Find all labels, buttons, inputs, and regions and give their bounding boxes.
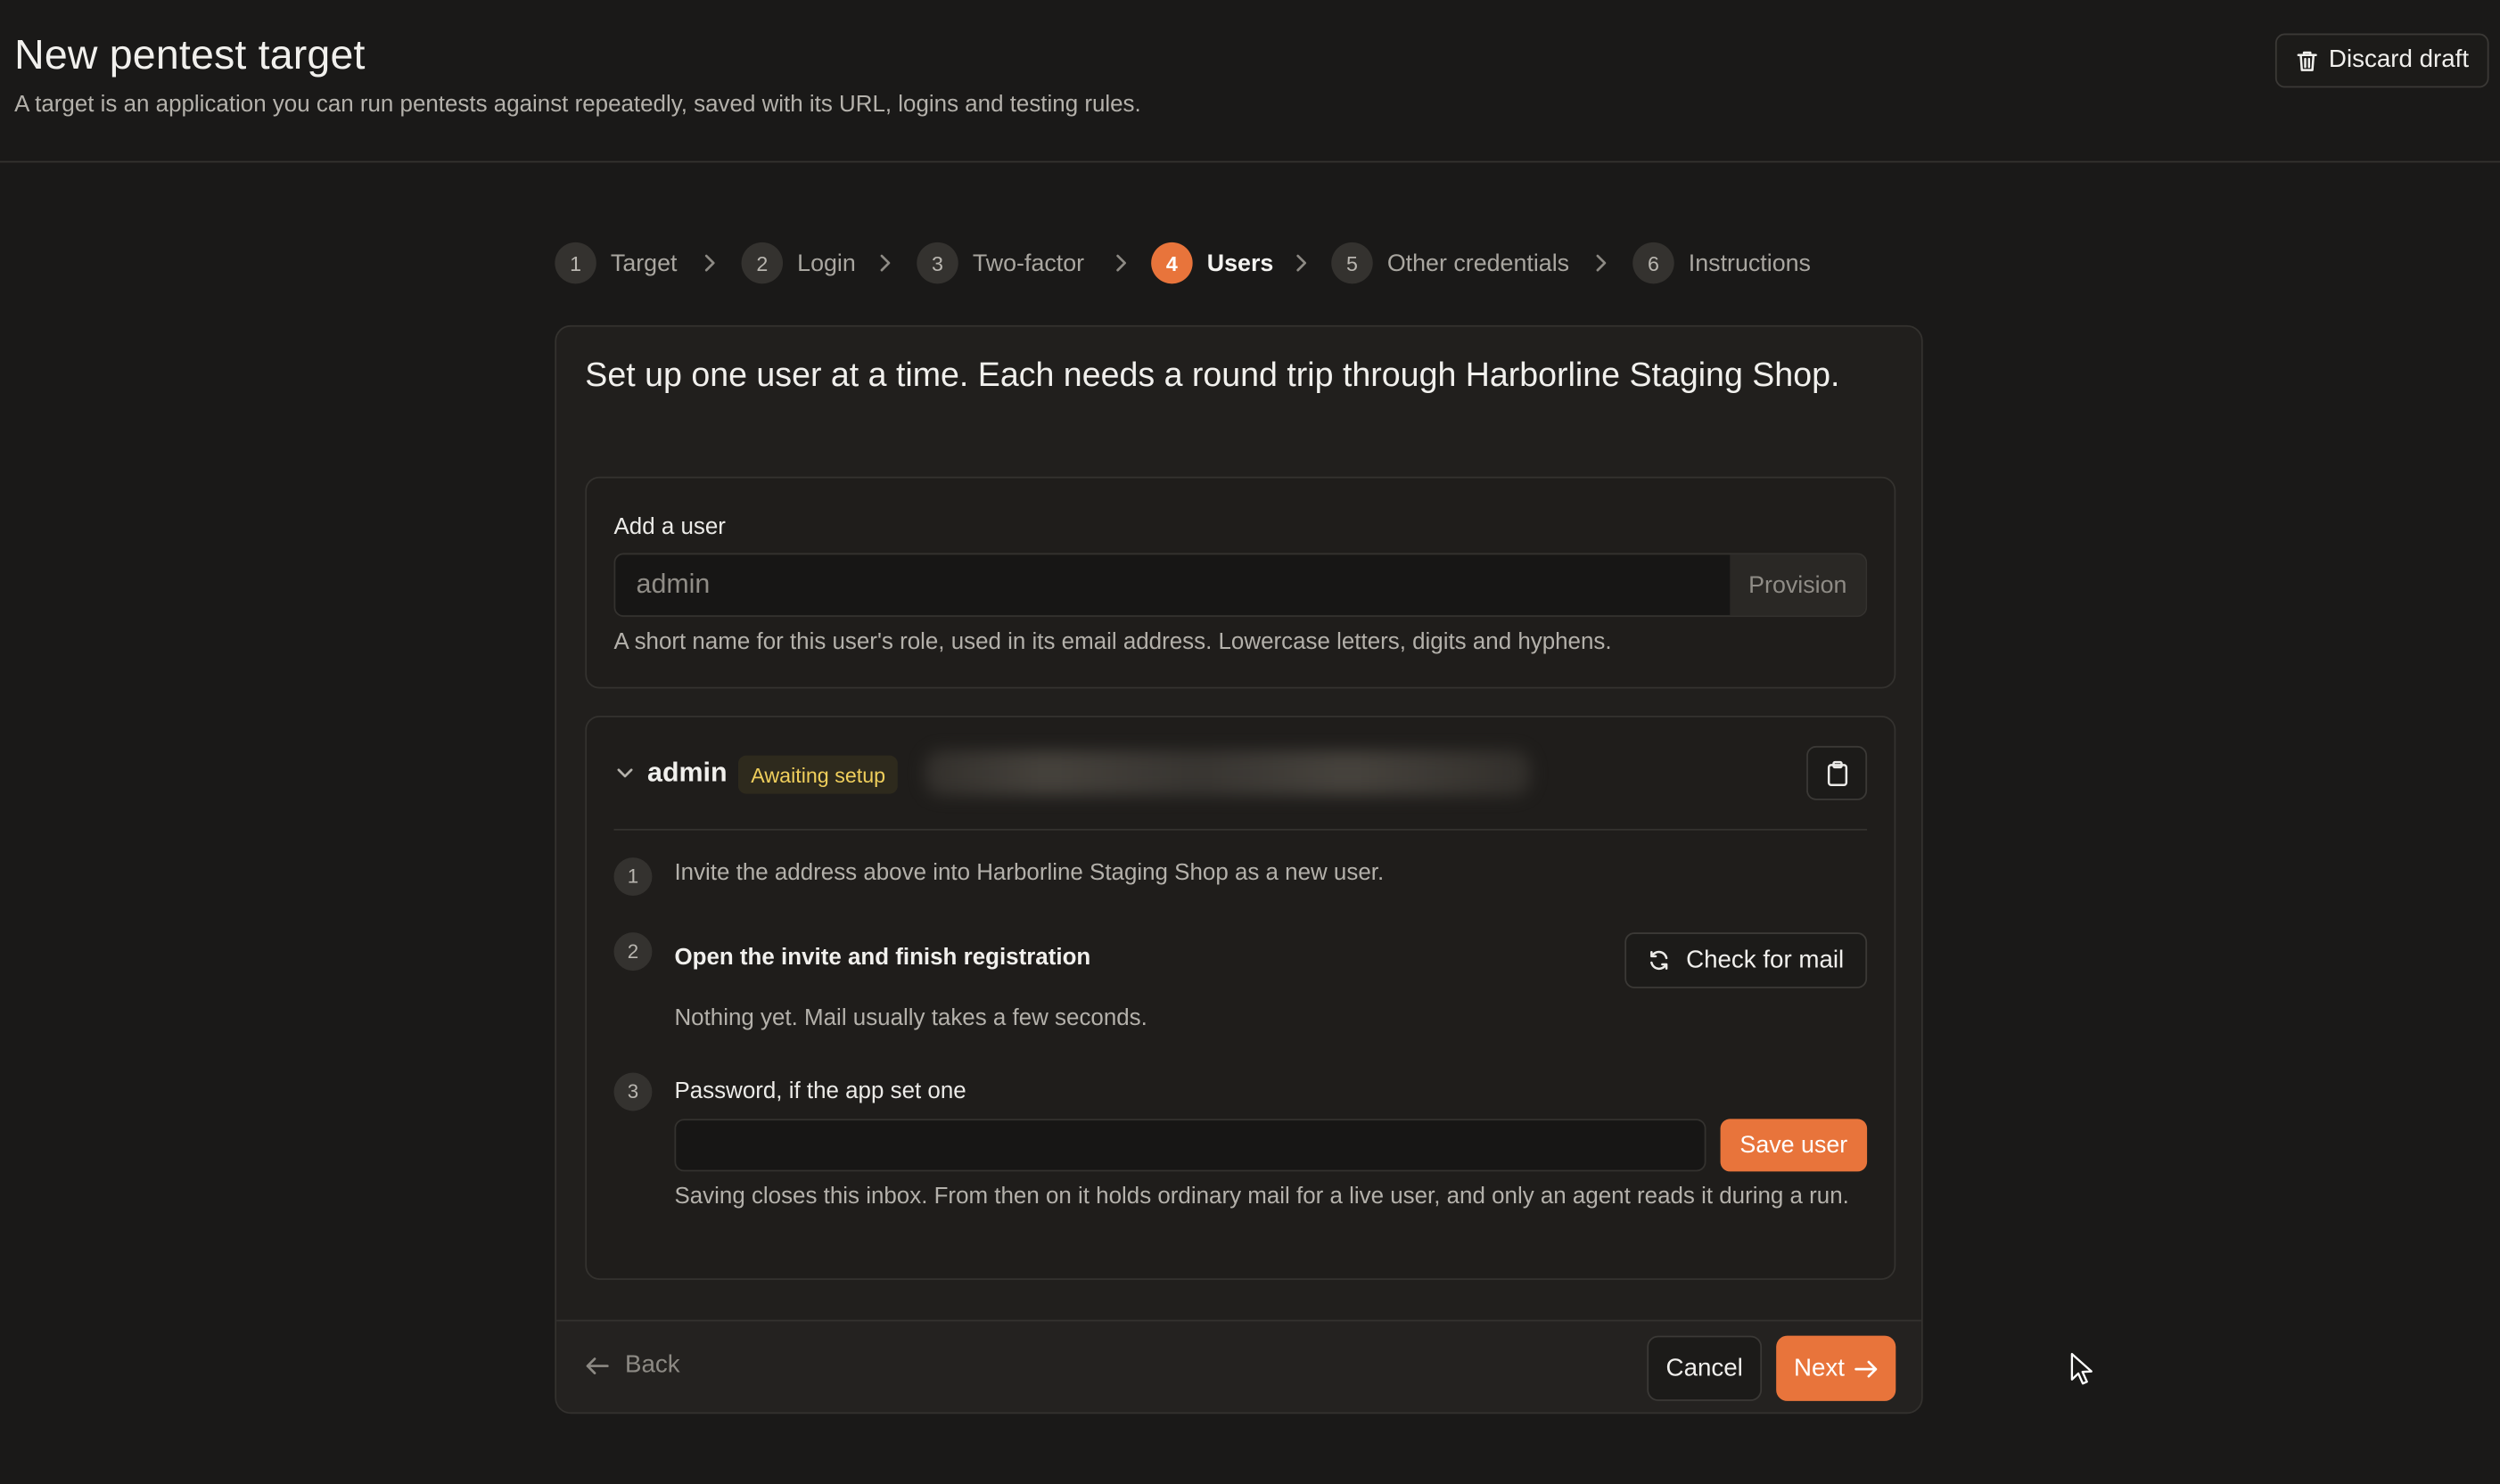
chevron-right-icon [1116, 254, 1126, 272]
step-other-credentials[interactable]: 5 Other credentials [1331, 242, 1570, 284]
chevron-right-icon [880, 254, 891, 272]
cancel-button[interactable]: Cancel [1647, 1335, 1763, 1401]
step-target[interactable]: 1 Target [555, 242, 678, 284]
next-label: Next [1793, 1354, 1845, 1382]
user-name: admin [647, 757, 728, 788]
page-subtitle: A target is an application you can run p… [14, 92, 1141, 119]
users-step-card: Set up one user at a time. Each needs a … [555, 324, 1923, 1414]
chevron-right-icon [1296, 254, 1307, 272]
trash-icon [2296, 50, 2316, 71]
check-for-mail-button[interactable]: Check for mail [1624, 932, 1868, 988]
user-role-input[interactable] [615, 554, 1732, 616]
arrow-right-icon [1854, 1359, 1878, 1377]
status-badge: Awaiting setup [737, 755, 899, 794]
chevron-right-icon [704, 254, 715, 272]
step-label: Instructions [1688, 249, 1811, 277]
card-heading: Set up one user at a time. Each needs a … [585, 357, 1840, 394]
add-user-panel: Add a user Provision A short name for th… [585, 476, 1896, 689]
check-for-mail-label: Check for mail [1686, 946, 1845, 973]
step-instructions[interactable]: 6 Instructions [1632, 242, 1811, 284]
step-login[interactable]: 2 Login [741, 242, 856, 284]
refresh-icon [1650, 950, 1669, 971]
step-label: Target [610, 249, 678, 277]
invite-instruction: Invite the address above into Harborline… [674, 860, 1385, 887]
step-number: 2 [741, 242, 784, 284]
card-footer: Back Cancel Next [556, 1319, 1921, 1413]
page-title: New pentest target [14, 29, 366, 78]
open-invite-title: Open the invite and finish registration [674, 945, 1091, 972]
step-users[interactable]: 4 Users [1151, 242, 1274, 284]
step-number: 5 [1331, 242, 1373, 284]
setup-step-number: 1 [613, 857, 653, 897]
back-button[interactable]: Back [585, 1351, 680, 1380]
chevron-right-icon [1596, 254, 1607, 272]
discard-draft-label: Discard draft [2328, 45, 2470, 74]
back-label: Back [625, 1351, 680, 1379]
add-user-field: Provision [613, 553, 1868, 618]
step-label: Other credentials [1386, 249, 1570, 277]
password-input[interactable] [674, 1119, 1706, 1172]
discard-draft-button[interactable]: Discard draft [2274, 33, 2489, 88]
save-note: Saving closes this inbox. From then on i… [674, 1184, 1849, 1210]
next-button[interactable]: Next [1776, 1335, 1896, 1401]
setup-step-number: 2 [613, 932, 653, 972]
provision-button[interactable]: Provision [1730, 554, 1866, 616]
step-label: Users [1206, 249, 1274, 277]
user-panel: admin Awaiting setup 1 Invite the addres… [585, 715, 1896, 1281]
chevron-down-icon[interactable] [613, 762, 636, 784]
save-user-button[interactable]: Save user [1720, 1119, 1868, 1172]
step-label: Two-factor [972, 249, 1085, 277]
step-number: 6 [1632, 242, 1674, 284]
step-two-factor[interactable]: 3 Two-factor [917, 242, 1085, 284]
step-label: Login [797, 249, 856, 277]
add-user-hint: A short name for this user's role, used … [613, 629, 1612, 655]
divider [613, 828, 1868, 831]
mail-status: Nothing yet. Mail usually takes a few se… [674, 1005, 1147, 1032]
user-header: admin Awaiting setup [613, 745, 1868, 800]
arrow-left-icon [586, 1357, 609, 1374]
mouse-cursor-icon [2070, 1352, 2093, 1385]
page-header: New pentest target A target is an applic… [0, 0, 2500, 163]
add-user-label: Add a user [613, 514, 726, 541]
step-number: 4 [1151, 242, 1193, 284]
password-label: Password, if the app set one [674, 1078, 966, 1105]
step-number: 1 [555, 242, 596, 284]
redacted-email-address [925, 750, 1531, 796]
copy-email-button[interactable] [1806, 745, 1868, 800]
step-number: 3 [917, 242, 958, 284]
setup-step-number: 3 [613, 1072, 653, 1111]
page: New pentest target A target is an applic… [0, 0, 2500, 1484]
clipboard-icon [1827, 760, 1847, 786]
